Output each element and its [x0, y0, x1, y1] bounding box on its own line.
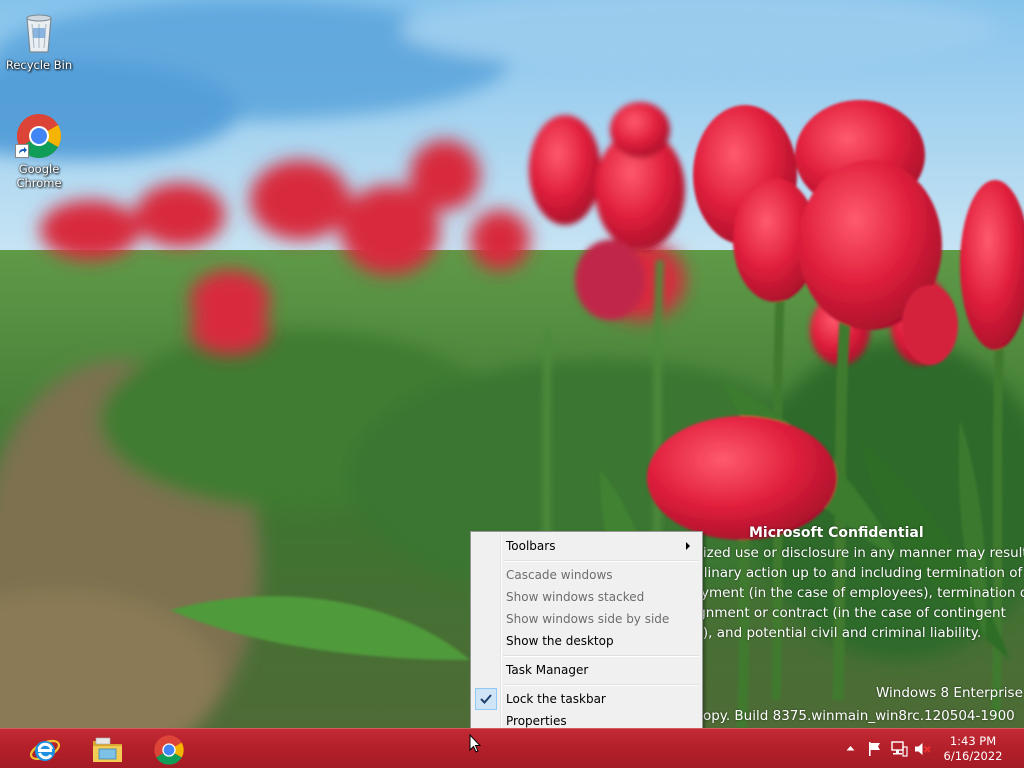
taskbar-button-google-chrome[interactable]	[140, 731, 198, 767]
menu-item-task-manager[interactable]: Task Manager	[473, 659, 700, 681]
menu-item-label: Toolbars	[506, 539, 556, 553]
watermark-line: staff), and potential civil and criminal…	[673, 625, 982, 641]
watermark-line: employment (in the case of employees), t…	[659, 585, 1024, 601]
recycle-bin-icon	[15, 8, 63, 56]
show-hidden-icons-chevron-icon[interactable]	[846, 745, 855, 751]
internet-explorer-icon	[29, 739, 61, 761]
menu-separator	[503, 684, 699, 686]
desktop-icon-google-chrome[interactable]: Google Chrome	[4, 112, 74, 190]
taskbar-context-menu: Toolbars Cascade windows Show windows st…	[470, 531, 703, 734]
menu-item-label: Cascade windows	[506, 568, 613, 582]
chrome-icon	[154, 735, 184, 765]
clock-date: 6/16/2022	[943, 749, 1003, 763]
taskbar-clock[interactable]: 1:43 PM 6/16/2022	[938, 734, 1008, 764]
menu-item-show-the-desktop[interactable]: Show the desktop	[473, 630, 700, 652]
chrome-icon	[15, 112, 63, 160]
menu-item-toolbars[interactable]: Toolbars	[473, 535, 700, 557]
desktop-icon-label: Recycle Bin	[5, 58, 73, 72]
watermark-title: Microsoft Confidential	[749, 525, 924, 541]
taskbar-button-file-explorer[interactable]	[78, 731, 136, 767]
action-center-flag-icon[interactable]	[867, 741, 883, 757]
network-icon[interactable]	[891, 741, 908, 757]
menu-separator	[503, 655, 699, 657]
menu-item-show-windows-stacked[interactable]: Show windows stacked	[473, 586, 700, 608]
menu-item-label: Task Manager	[506, 663, 589, 677]
taskbar[interactable]: 1:43 PM 6/16/2022	[0, 728, 1024, 768]
clock-time: 1:43 PM	[949, 734, 997, 748]
checkmark-icon	[480, 694, 492, 704]
desktop-icon-recycle-bin[interactable]: Recycle Bin	[4, 8, 74, 72]
watermark-edition: Windows 8 Enterprise	[876, 685, 1023, 701]
desktop-icon-label: Google Chrome	[16, 162, 62, 190]
menu-item-label: Show windows side by side	[506, 612, 670, 626]
file-explorer-icon	[93, 737, 122, 762]
menu-separator	[503, 560, 699, 562]
menu-item-label: Properties	[506, 714, 567, 728]
checked-indicator	[475, 688, 497, 710]
shortcut-arrow-icon	[15, 144, 29, 158]
mouse-cursor-icon	[469, 734, 481, 753]
watermark-line: in disciplinary action up to and includi…	[648, 565, 1023, 581]
menu-item-cascade-windows[interactable]: Cascade windows	[473, 564, 700, 586]
menu-item-label: Show the desktop	[506, 634, 614, 648]
submenu-arrow-icon	[686, 542, 690, 550]
taskbar-button-internet-explorer[interactable]	[16, 731, 74, 767]
menu-item-label: Lock the taskbar	[506, 692, 606, 706]
volume-muted-icon[interactable]	[914, 741, 932, 757]
menu-item-lock-the-taskbar[interactable]: Lock the taskbar	[473, 688, 700, 710]
menu-item-label: Show windows stacked	[506, 590, 645, 604]
watermark-line: an assignment or contract (in the case o…	[650, 605, 1006, 621]
menu-item-show-windows-side-by-side[interactable]: Show windows side by side	[473, 608, 700, 630]
